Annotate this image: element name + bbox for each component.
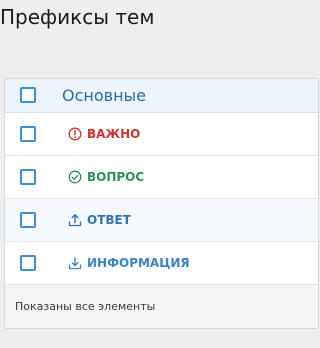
prefix-row-answer: ОТВЕТ — [5, 199, 318, 242]
prefix-label-answer: ОТВЕТ — [87, 213, 131, 227]
page-title: Префиксы тем — [0, 5, 155, 29]
prefix-list-panel: Основные ВАЖНО ВОПРОС ОТВЕТ ИНФОРМАЦИЯ П… — [4, 78, 319, 329]
prefix-row-important: ВАЖНО — [5, 113, 318, 156]
group-header: Основные — [5, 79, 318, 113]
prefix-checkbox-answer[interactable] — [20, 212, 36, 228]
check-circle-icon — [68, 170, 82, 184]
prefix-label-important: ВАЖНО — [87, 127, 141, 141]
prefix-checkbox-information[interactable] — [20, 255, 36, 271]
list-footer: Показаны все элементы — [5, 285, 318, 328]
prefix-link-answer[interactable]: ОТВЕТ — [68, 212, 131, 228]
prefix-checkbox-important[interactable] — [20, 126, 36, 142]
upload-tray-icon — [68, 213, 82, 227]
group-label: Основные — [62, 86, 147, 105]
prefix-row-question: ВОПРОС — [5, 156, 318, 199]
prefix-label-information: ИНФОРМАЦИЯ — [87, 256, 190, 270]
prefix-label-question: ВОПРОС — [87, 170, 145, 184]
prefix-link-information[interactable]: ИНФОРМАЦИЯ — [68, 255, 190, 271]
prefix-checkbox-question[interactable] — [20, 169, 36, 185]
download-tray-icon — [68, 256, 82, 270]
prefix-link-important[interactable]: ВАЖНО — [68, 126, 140, 142]
prefix-row-information: ИНФОРМАЦИЯ — [5, 242, 318, 285]
prefix-link-question[interactable]: ВОПРОС — [68, 169, 144, 185]
select-all-checkbox[interactable] — [20, 87, 36, 103]
exclamation-circle-icon — [68, 127, 82, 141]
footer-status: Показаны все элементы — [15, 300, 156, 313]
